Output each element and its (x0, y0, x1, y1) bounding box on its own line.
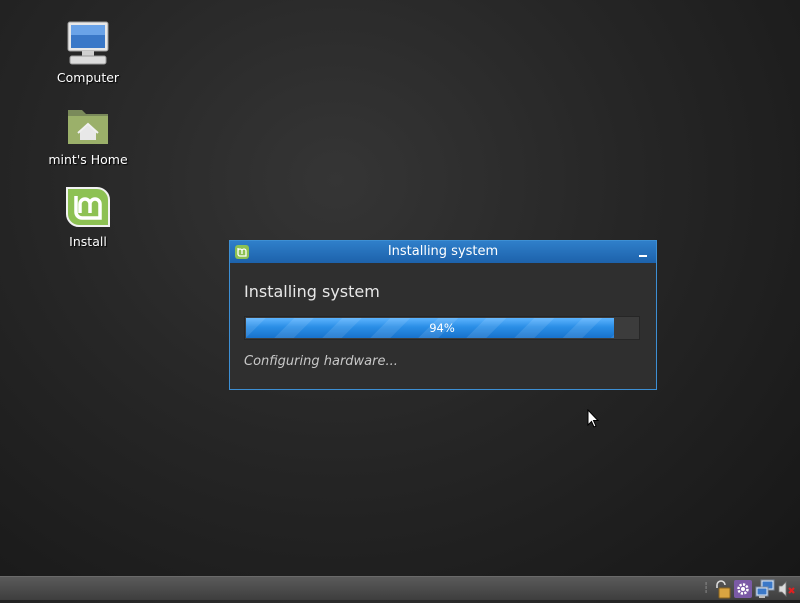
desktop-icon-computer[interactable]: Computer (43, 20, 133, 85)
tray-separator: ┆ (703, 583, 710, 594)
dialog-heading: Installing system (244, 282, 380, 301)
desktop-icon-label: Install (69, 234, 107, 249)
computer-icon (64, 20, 112, 68)
dialog-title: Installing system (387, 244, 499, 259)
desktop-icon-label: Computer (56, 70, 120, 85)
desktop-icon-label: mint's Home (48, 152, 128, 167)
settings-gear-icon[interactable] (733, 579, 753, 599)
desktop-icon-install[interactable]: Install (43, 184, 133, 249)
install-progress-bar: 94% (244, 316, 640, 340)
taskbar: ┆ (0, 576, 800, 600)
linux-mint-logo-icon (64, 184, 112, 232)
system-tray: ┆ (703, 577, 800, 601)
network-icon[interactable] (755, 579, 775, 599)
dialog-titlebar[interactable]: Installing system (230, 241, 656, 263)
volume-muted-icon[interactable] (777, 579, 797, 599)
home-folder-icon (64, 102, 112, 150)
minimize-icon[interactable] (636, 242, 650, 260)
desktop: Computer mint's Home Install Installing … (0, 0, 800, 576)
lock-icon[interactable] (711, 579, 731, 599)
mouse-cursor-icon (587, 408, 600, 428)
install-status-text: Configuring hardware... (244, 354, 398, 369)
progress-percent-label: 94% (429, 321, 455, 335)
install-progress-dialog: Installing system Installing system 94% … (229, 240, 657, 390)
desktop-icon-home[interactable]: mint's Home (43, 102, 133, 167)
